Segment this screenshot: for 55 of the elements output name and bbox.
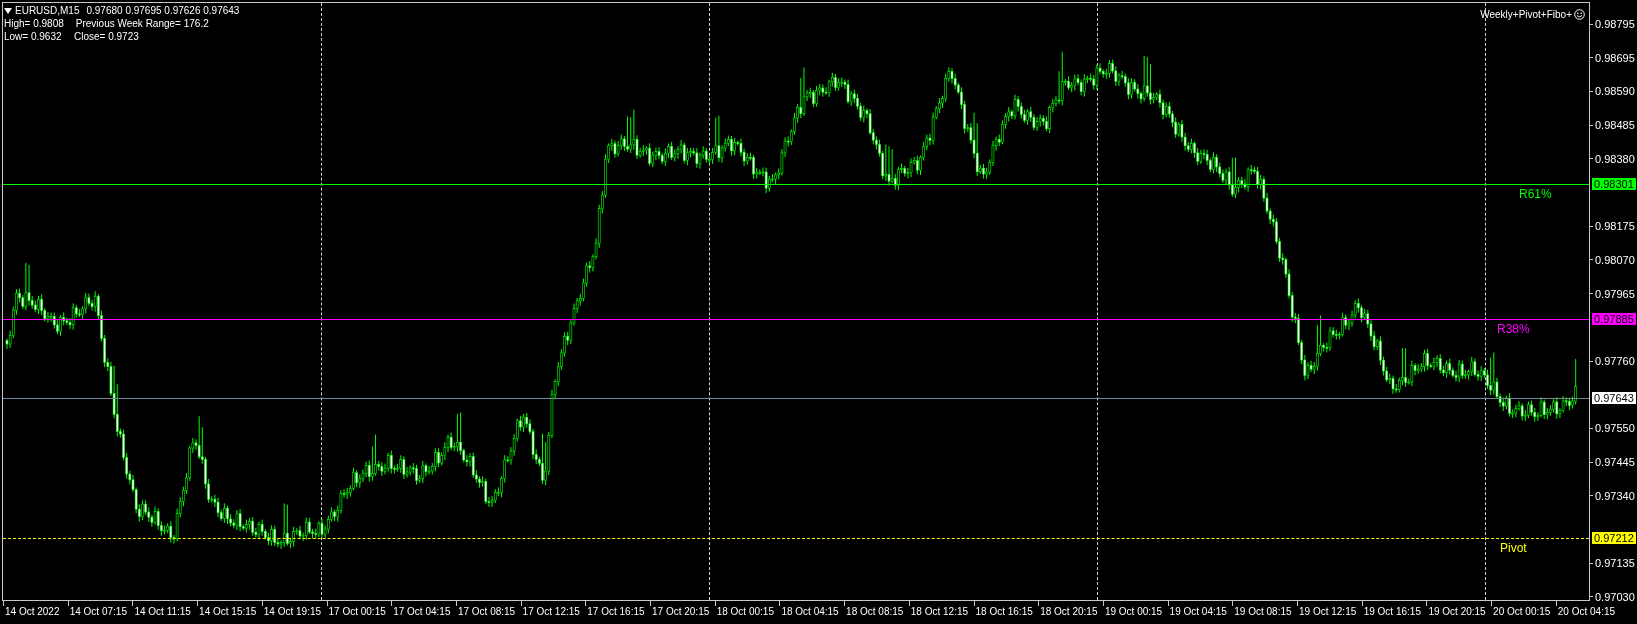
time-tick-label: 19 Oct 00:15 <box>1104 606 1163 618</box>
level-label: Pivot <box>1500 541 1527 554</box>
time-tick-label: 20 Oct 00:15 <box>1493 606 1551 618</box>
indicator-label: Weekly+Pivot+Fibo+ <box>1480 8 1572 22</box>
time-tick-label: 19 Oct 04:15 <box>1169 606 1227 618</box>
time-tick-label: 14 Oct 15:15 <box>199 606 257 618</box>
time-tick-label: 14 Oct 2022 <box>5 606 60 618</box>
time-tick-label: 18 Oct 12:15 <box>910 606 969 618</box>
info-text: Close= 0.9723 <box>74 30 139 43</box>
time-tick-label: 14 Oct 19:15 <box>263 606 322 618</box>
level-label: R38% <box>1497 323 1530 336</box>
info-text: Low= 0.9632 <box>4 30 62 43</box>
price-tick-label: 0.97965 <box>1595 287 1635 300</box>
time-tick-label: 18 Oct 20:15 <box>1040 606 1098 618</box>
info-text: High= 0.9808 <box>4 17 64 30</box>
time-tick-label: 19 Oct 16:15 <box>1363 606 1421 618</box>
price-tick-label: 0.98590 <box>1595 85 1635 98</box>
price-tick-label: 0.97030 <box>1595 590 1635 603</box>
price-badge: 0.97212 <box>1592 531 1636 544</box>
symbol-label: EURUSD,M15 <box>15 4 80 17</box>
price-badge: 0.97643 <box>1592 392 1636 404</box>
price-tick-label: 0.98485 <box>1595 119 1635 132</box>
price-tick-label: 0.97340 <box>1595 489 1635 502</box>
price-tick-label: 0.98795 <box>1595 18 1635 30</box>
time-tick-label: 17 Oct 08:15 <box>457 606 516 618</box>
time-tick-label: 18 Oct 08:15 <box>846 606 904 618</box>
time-tick-label: 18 Oct 00:15 <box>716 606 774 618</box>
smiley-icon <box>1574 9 1585 20</box>
time-tick-label: 18 Oct 04:15 <box>781 606 839 618</box>
time-tick-label: 17 Oct 00:15 <box>328 606 386 618</box>
time-tick-label: 19 Oct 12:15 <box>1299 606 1357 618</box>
price-tick-label: 0.98070 <box>1595 253 1635 266</box>
price-badge: 0.97885 <box>1592 313 1636 326</box>
dropdown-triangle-icon[interactable] <box>4 7 12 14</box>
time-tick-label: 14 Oct 11:15 <box>134 606 191 618</box>
time-tick-label: 17 Oct 04:15 <box>393 606 451 618</box>
time-tick-label: 17 Oct 16:15 <box>587 606 645 618</box>
price-tick-label: 0.98380 <box>1595 152 1635 165</box>
price-tick-label: 0.97550 <box>1595 422 1635 435</box>
price-tick-label: 0.97445 <box>1595 456 1635 469</box>
price-tick-label: 0.98175 <box>1595 220 1635 233</box>
price-tick-label: 0.97135 <box>1595 557 1635 570</box>
time-tick-label: 19 Oct 08:15 <box>1234 606 1292 618</box>
level-label: R61% <box>1519 188 1552 201</box>
time-tick-label: 17 Oct 12:15 <box>522 606 580 618</box>
time-tick-label: 14 Oct 07:15 <box>69 606 127 618</box>
time-tick-label: 19 Oct 20:15 <box>1428 606 1486 618</box>
price-tick-label: 0.98695 <box>1595 51 1635 64</box>
price-badge: 0.98301 <box>1592 178 1636 191</box>
price-tick-label: 0.97760 <box>1595 355 1635 367</box>
time-tick-label: 18 Oct 16:15 <box>975 606 1033 618</box>
time-tick-label: 20 Oct 04:15 <box>1557 606 1616 618</box>
time-tick-label: 17 Oct 20:15 <box>652 606 710 618</box>
ohlc-prices: 0.97680 0.97695 0.97626 0.97643 <box>86 4 240 17</box>
info-text: Previous Week Range= 176.2 <box>75 17 209 30</box>
